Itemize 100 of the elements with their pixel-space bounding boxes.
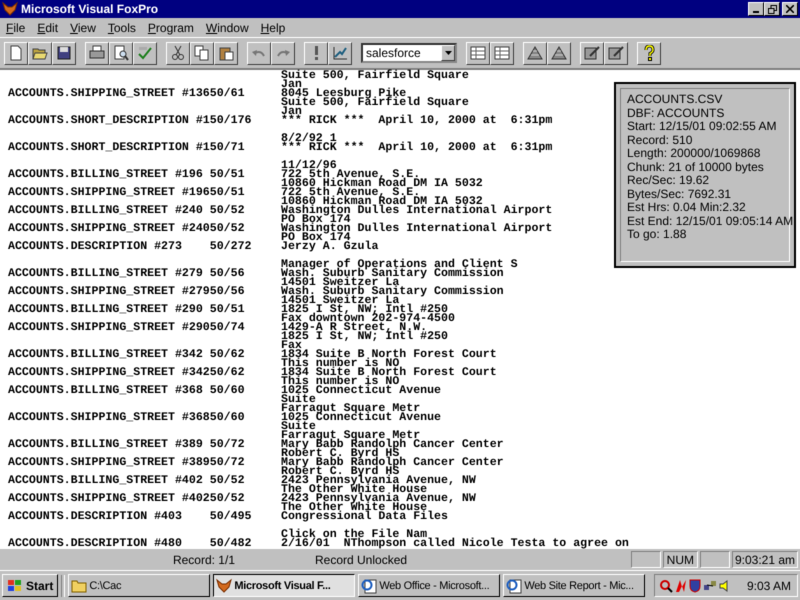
field-value: Suite	[281, 422, 316, 431]
taskbar-button[interactable]: Web Office - Microsoft...	[358, 574, 500, 597]
field-name: ACCOUNTS.SHIPPING_STREET #27950/56	[7, 287, 246, 296]
field-value: Manager of Operations and Client S	[281, 260, 518, 269]
field-value: Suite 500, Fairfield Square	[281, 71, 469, 80]
field-value: 722 5th Avenue, S.E.	[281, 188, 420, 197]
progress-line: To go: 1.88	[627, 228, 688, 242]
field-name: ACCOUNTS.BILLING_STREET #279 50/56	[7, 269, 246, 278]
field-value: 11/12/96	[281, 161, 337, 170]
field-value: This number is NO	[281, 359, 400, 368]
field-name: ACCOUNTS.SHIPPING_STREET #40250/52	[7, 494, 246, 503]
field-value: The Other White House	[281, 485, 428, 494]
field-value: Suite 500, Fairfield Square	[281, 98, 469, 107]
field-value: 2423 Pennsylvania Avenue, NW	[281, 476, 476, 485]
field-value: Jan	[281, 107, 302, 116]
field-name: ACCOUNTS.SHIPPING_STREET #29050/74	[7, 323, 246, 332]
field-value: Wash. Suburb Sanitary Commission	[281, 269, 504, 278]
progress-line: Rec/Sec: 19.62	[627, 174, 710, 188]
field-value: Washington Dulles International Airport	[281, 224, 552, 233]
field-value: Robert C. Byrd HS	[281, 449, 400, 458]
field-name: ACCOUNTS.DESCRIPTION #273 50/272	[7, 242, 253, 251]
field-name: ACCOUNTS.BILLING_STREET #240 50/52	[7, 206, 246, 215]
field-name: ACCOUNTS.DESCRIPTION #480 50/482	[7, 539, 253, 548]
progress-line: Est Hrs: 0.04 Min:2.32	[627, 201, 747, 214]
field-value: 1834 Suite B North Forest Court	[281, 368, 497, 377]
field-value: Click on the File Nam	[281, 530, 428, 539]
field-value: 14501 Sweitzer La	[281, 278, 400, 287]
menu-item[interactable]: Tools	[102, 20, 142, 34]
taskbar-button[interactable]: Web Site Report - Mic...	[503, 574, 646, 597]
field-name: ACCOUNTS.SHIPPING_STREET #36850/60	[7, 413, 246, 422]
field-name: ACCOUNTS.BILLING_STREET #389 50/72	[7, 440, 246, 449]
field-name: ACCOUNTS.BILLING_STREET #402 50/52	[7, 476, 246, 485]
field-name: ACCOUNTS.BILLING_STREET #342 50/62	[7, 350, 246, 359]
menu-item[interactable]: Edit	[31, 20, 64, 34]
field-value: Wash. Suburb Sanitary Commission	[281, 287, 504, 296]
field-name: ACCOUNTS.SHIPPING_STREET #13650/61	[7, 89, 246, 98]
progress-line: Start: 12/15/01 09:02:55 AM	[627, 120, 778, 134]
progress-line: Bytes/Sec: 7692.31	[627, 188, 732, 201]
field-value: PO Box 174	[281, 233, 351, 242]
field-name: ACCOUNTS.BILLING_STREET #196 50/51	[7, 170, 246, 179]
field-value: Washington Dulles International Airport	[281, 206, 552, 215]
progress-line: ACCOUNTS.CSV	[627, 93, 724, 106]
field-value: Congressional Data Files	[281, 512, 448, 521]
progress-line: Length: 200000/1069868	[627, 147, 762, 160]
field-value: Jerzy A. Gzula	[281, 242, 378, 251]
field-value: 8/2/92 1	[281, 134, 337, 143]
field-name: ACCOUNTS.SHIPPING_STREET #24050/52	[7, 224, 246, 233]
field-value: 2/16/01 NThompson called Nicole Testa to agree on	[281, 539, 629, 548]
clock: 9:03 AM	[746, 578, 791, 592]
field-value: 8045 Leesburg Pike	[281, 89, 406, 98]
field-value: The Other White House	[281, 503, 428, 512]
field-value: Suite	[281, 395, 316, 404]
menu-item[interactable]: Program	[142, 20, 200, 34]
field-name: ACCOUNTS.BILLING_STREET #368 50/60	[7, 386, 246, 395]
field-value: 722 5th Avenue, S.E.	[281, 170, 420, 179]
field-value: 14501 Sweitzer La	[281, 296, 400, 305]
field-name: ACCOUNTS.SHIPPING_STREET #34250/62	[7, 368, 246, 377]
start-button[interactable]: Start	[2, 574, 58, 597]
field-name: ACCOUNTS.DESCRIPTION #403 50/495	[7, 512, 253, 521]
progress-line: DBF: ACCOUNTS	[627, 106, 726, 120]
field-value: 2423 Pennsylvania Avenue, NW	[281, 494, 476, 503]
field-value: 1429-A R Street, N.W.	[281, 323, 428, 332]
field-value: 1025 Connecticut Avenue	[281, 413, 442, 422]
field-value: PO Box 174	[281, 215, 351, 224]
field-value: Farragut Square Metr	[281, 404, 420, 413]
field-value: Fax	[281, 341, 302, 350]
field-value: 10860 Hickman Road DM IA 5032	[281, 179, 483, 188]
field-value: 1025 Connecticut Avenue	[281, 386, 442, 395]
window-title: Microsoft Visual FoxPro	[21, 2, 160, 16]
field-value: Mary Babb Randolph Cancer Center	[281, 440, 504, 449]
field-value: 10860 Hickman Road DM IA 5032	[281, 197, 483, 206]
database-combo[interactable]: salesforce	[361, 43, 457, 63]
taskbar-button[interactable]: C:\Cac	[68, 574, 210, 597]
menu-item[interactable]: File	[0, 20, 32, 34]
progress-line: Chunk: 21 of 10000 bytes	[627, 160, 765, 174]
field-value: *** RICK *** April 10, 2000 at 6:31pm	[281, 116, 552, 125]
field-name: ACCOUNTS.SHIPPING_STREET #38950/72	[7, 458, 246, 467]
taskbar-button[interactable]: Microsoft Visual F...	[213, 574, 356, 597]
field-value: Mary Babb Randolph Cancer Center	[281, 458, 504, 467]
record-status: Record: 1/1	[172, 552, 235, 566]
field-value: Robert C. Byrd HS	[281, 467, 400, 476]
lock-status: Record Unlocked	[315, 552, 408, 566]
menu-item[interactable]: Help	[254, 20, 292, 34]
num-lock-indicator: NUM	[662, 551, 698, 568]
progress-line: Record: 510	[627, 134, 694, 147]
field-value: 1825 I St, NW; Intl #250	[281, 305, 448, 314]
menu-item[interactable]: View	[64, 20, 102, 34]
menu-item[interactable]: Window	[200, 20, 255, 34]
field-name: ACCOUNTS.SHORT_DESCRIPTION #150/71	[7, 143, 246, 152]
field-value: This number is NO	[281, 377, 400, 386]
field-value: 1834 Suite B North Forest Court	[281, 350, 497, 359]
field-value: Jan	[281, 80, 302, 89]
field-name: ACCOUNTS.SHORT_DESCRIPTION #150/176	[7, 116, 253, 125]
status-time: 9:03:21 am	[732, 551, 798, 568]
field-value: Fax downtown 202-974-4500	[281, 314, 455, 323]
field-value: *** RICK *** April 10, 2000 at 6:31pm	[281, 143, 552, 152]
field-name: ACCOUNTS.SHIPPING_STREET #19650/51	[7, 188, 246, 197]
field-value: 1825 I St, NW; Intl #250	[281, 332, 448, 341]
field-name: ACCOUNTS.BILLING_STREET #290 50/51	[7, 305, 246, 314]
field-value: Farragut Square Metr	[281, 431, 420, 440]
